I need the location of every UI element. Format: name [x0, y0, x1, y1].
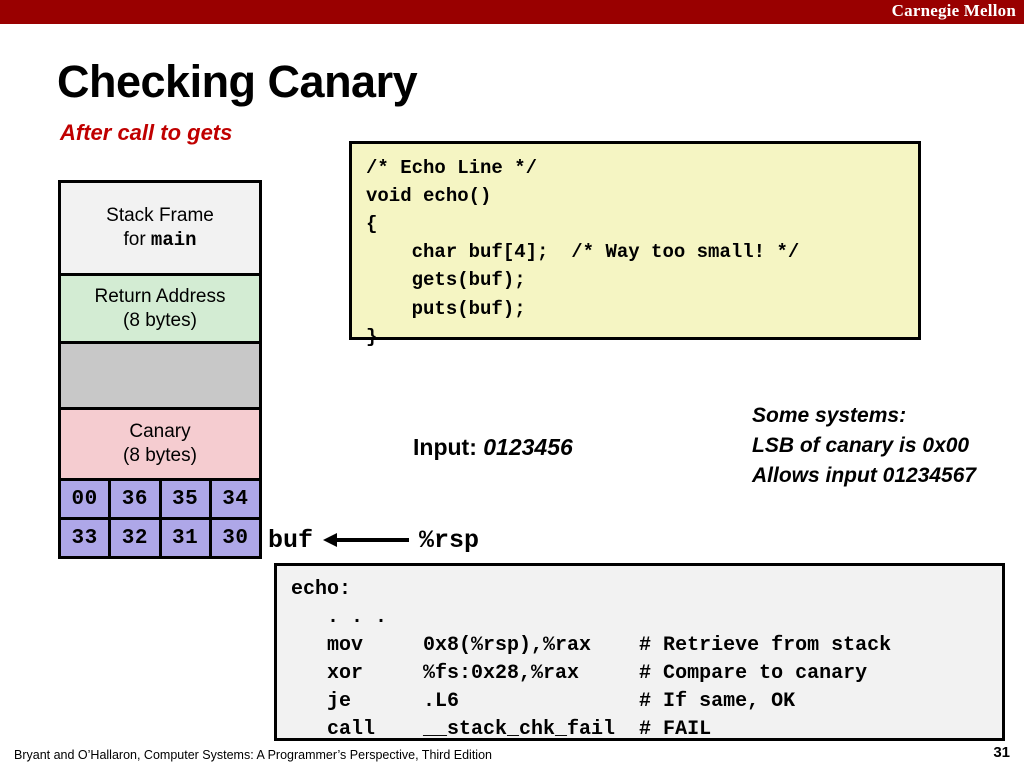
byte-row-low: 33 32 31 30 — [61, 520, 259, 556]
buf-label: buf — [268, 525, 314, 555]
byte-cell: 32 — [111, 520, 162, 556]
stack-row-main-frame-line2: for main — [123, 228, 196, 253]
assembly-code-box: echo: . . . mov 0x8(%rsp),%rax # Retriev… — [274, 563, 1005, 741]
footer-citation: Bryant and O’Hallaron, Computer Systems:… — [14, 748, 492, 762]
page-subtitle: After call to gets — [60, 120, 233, 145]
byte-cell: 31 — [161, 520, 212, 556]
stack-row-canary-line2: (8 bytes) — [123, 445, 197, 466]
byte-row-high: 00 36 35 34 — [61, 481, 259, 520]
stack-diagram: Stack Frame for main Return Address (8 b… — [58, 180, 262, 559]
byte-cell: 35 — [161, 481, 212, 517]
byte-cell: 30 — [211, 520, 259, 556]
brand-label: Carnegie Mellon — [891, 1, 1016, 20]
byte-cell: 36 — [111, 481, 162, 517]
input-value: 0123456 — [483, 434, 573, 460]
input-label: Input: — [413, 434, 484, 460]
left-arrow-icon — [323, 533, 410, 547]
stack-row-main-frame-line1: Stack Frame — [106, 204, 214, 226]
page-title: Checking Canary — [57, 56, 418, 107]
buf-rsp-pointer: buf %rsp — [268, 524, 479, 556]
notes-line-3: Allows input 01234567 — [752, 463, 977, 487]
input-line: Input: 0123456 — [413, 434, 573, 461]
notes-line-2: LSB of canary is 0x00 — [752, 433, 970, 457]
header-bar: Carnegie Mellon — [0, 0, 1024, 24]
rsp-label: %rsp — [419, 525, 480, 555]
notes-block: Some systems: LSB of canary is 0x00 Allo… — [752, 401, 976, 490]
byte-cell: 33 — [61, 520, 112, 556]
byte-cell: 34 — [211, 481, 259, 517]
stack-row-main-frame: Stack Frame for main — [61, 183, 259, 276]
stack-row-return-address: Return Address (8 bytes) — [61, 276, 259, 344]
main-symbol: main — [150, 228, 197, 251]
for-text: for — [123, 228, 151, 250]
footer-page-number: 31 — [993, 744, 1010, 761]
c-source-code-box: /* Echo Line */ void echo() { char buf[4… — [349, 141, 921, 348]
byte-cell: 00 — [61, 481, 112, 517]
stack-row-gap — [61, 344, 259, 410]
stack-row-return-address-line2: (8 bytes) — [123, 309, 197, 331]
notes-line-1: Some systems: — [752, 404, 907, 427]
stack-row-return-address-line1: Return Address — [94, 285, 226, 307]
stack-row-canary: Canary (8 bytes) — [61, 410, 259, 481]
stack-row-canary-line1: Canary — [129, 421, 191, 443]
